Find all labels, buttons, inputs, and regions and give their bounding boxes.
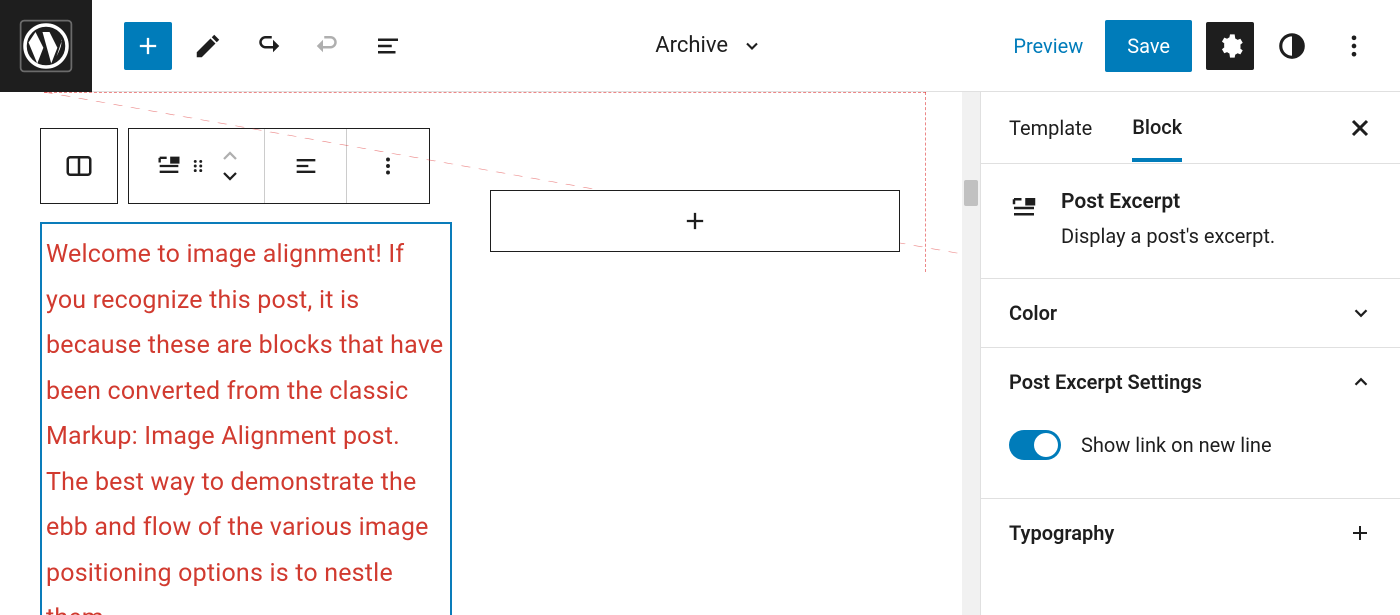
plus-icon <box>134 32 162 60</box>
settings-button[interactable] <box>1206 22 1254 70</box>
chevron-down-icon <box>221 170 239 182</box>
show-link-toggle[interactable] <box>1009 430 1061 460</box>
block-type-button[interactable] <box>129 129 265 203</box>
save-button[interactable]: Save <box>1105 20 1192 72</box>
chevron-up-icon <box>1350 371 1372 393</box>
panel-excerpt-settings[interactable]: Post Excerpt Settings <box>981 348 1400 416</box>
block-appender[interactable] <box>490 190 900 252</box>
list-view-icon <box>373 31 403 61</box>
panel-typography[interactable]: Typography <box>981 499 1400 567</box>
align-left-icon <box>292 152 320 180</box>
header-right-actions: Preview Save <box>1005 20 1378 72</box>
add-block-button[interactable] <box>124 22 172 70</box>
sidebar-tabs: Template Block <box>981 92 1400 164</box>
excerpt-text: Welcome to image alignment! If you recog… <box>46 232 446 615</box>
panel-label: Post Excerpt Settings <box>1009 370 1202 394</box>
wordpress-icon <box>18 18 74 74</box>
block-more-button[interactable] <box>347 129 429 203</box>
panel-color[interactable]: Color <box>981 279 1400 347</box>
wp-logo-button[interactable] <box>0 0 92 92</box>
redo-icon <box>313 31 343 61</box>
chevron-up-icon <box>221 150 239 162</box>
header-center[interactable]: Archive <box>412 33 1005 58</box>
panel-label: Color <box>1009 301 1057 325</box>
plus-icon <box>1348 521 1372 545</box>
columns-icon <box>64 151 94 181</box>
document-title: Archive <box>655 33 728 58</box>
redo-button[interactable] <box>304 22 352 70</box>
tab-block[interactable]: Block <box>1132 93 1182 162</box>
guide-top <box>44 92 926 93</box>
list-view-button[interactable] <box>364 22 412 70</box>
excerpt-icon <box>155 152 183 180</box>
parent-block-button[interactable] <box>40 128 118 204</box>
show-link-label: Show link on new line <box>1081 433 1272 457</box>
panel-label: Typography <box>1009 521 1114 545</box>
drag-handle-icon <box>187 155 209 177</box>
contrast-icon <box>1277 31 1307 61</box>
settings-sidebar: Template Block Post Excerpt Display a po… <box>980 92 1400 615</box>
header-left-tools <box>124 22 412 70</box>
editor-header: Archive Preview Save <box>0 0 1400 92</box>
tab-template[interactable]: Template <box>1009 94 1092 162</box>
plus-icon <box>681 207 709 235</box>
gear-icon <box>1216 32 1244 60</box>
preview-button[interactable]: Preview <box>1005 24 1091 68</box>
scrollbar-thumb[interactable] <box>964 180 978 206</box>
pencil-icon <box>193 31 223 61</box>
block-card-description: Display a post's excerpt. <box>1061 224 1275 248</box>
chevron-down-icon <box>1350 302 1372 324</box>
close-icon <box>1348 116 1372 140</box>
close-sidebar-button[interactable] <box>1348 116 1372 140</box>
post-excerpt-block[interactable]: Welcome to image alignment! If you recog… <box>40 222 452 615</box>
canvas-scrollbar[interactable] <box>962 92 980 615</box>
block-card: Post Excerpt Display a post's excerpt. <box>981 164 1400 278</box>
block-mover[interactable] <box>221 150 239 182</box>
block-card-title: Post Excerpt <box>1061 190 1275 214</box>
undo-icon <box>253 31 283 61</box>
align-button[interactable] <box>265 129 347 203</box>
dots-vertical-icon <box>1340 32 1368 60</box>
excerpt-icon <box>1009 193 1039 223</box>
undo-button[interactable] <box>244 22 292 70</box>
edit-mode-button[interactable] <box>184 22 232 70</box>
chevron-down-icon <box>742 36 762 56</box>
editor-canvas[interactable]: Welcome to image alignment! If you recog… <box>0 92 980 615</box>
styles-button[interactable] <box>1268 22 1316 70</box>
panel-excerpt-settings-body: Show link on new line <box>981 416 1400 498</box>
more-options-button[interactable] <box>1330 22 1378 70</box>
dots-vertical-icon <box>375 153 401 179</box>
